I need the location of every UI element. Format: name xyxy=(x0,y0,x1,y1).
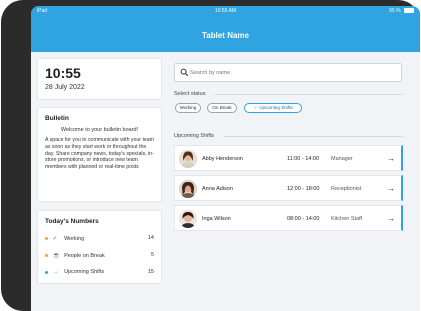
status-time: 10:55 AM xyxy=(214,8,237,14)
search-icon xyxy=(180,68,189,77)
chip-upcoming-shifts[interactable]: ✓ Upcoming Shifts xyxy=(244,103,302,113)
shift-role: Kitchen Staff xyxy=(331,216,363,222)
shift-row[interactable]: Anna Adison 12:00 - 18:00 Receptionist → xyxy=(174,175,403,201)
stat-row-working[interactable]: ✓ Working 14 xyxy=(45,235,154,245)
shift-time: 08:00 - 14:00 xyxy=(287,216,320,222)
status-dot xyxy=(45,270,48,274)
bulletin-heading: Bulletin xyxy=(45,115,69,122)
battery-status: 55 % xyxy=(389,8,414,14)
status-dot xyxy=(45,254,48,257)
battery-icon xyxy=(404,8,414,14)
chip-label: Working xyxy=(179,105,197,110)
tablet-frame: iPad 10:55 AM 55 % Tablet Name 10:55 28 … xyxy=(1,0,420,311)
stat-label: People on Break xyxy=(64,252,105,259)
shift-role: Receptionist xyxy=(331,186,362,192)
shift-role: Manager xyxy=(331,156,353,162)
arrow-right-icon[interactable]: → xyxy=(387,154,395,163)
stat-row-upcoming[interactable]: → Upcoming Shifts 15 xyxy=(45,269,154,279)
search-field[interactable] xyxy=(174,63,402,82)
shift-row[interactable]: Inga Wilson 08:00 - 14:00 Kitchen Staff … xyxy=(174,205,403,231)
avatar xyxy=(179,150,197,168)
select-status-label: Select status xyxy=(174,91,206,97)
shift-time: 11:00 - 14:00 xyxy=(287,156,320,162)
coffee-icon: ☕ xyxy=(52,253,61,259)
shift-time: 12:00 - 18:00 xyxy=(287,186,320,192)
shift-name: Abby Henderson xyxy=(202,156,243,162)
todays-numbers-card: Today's Numbers ✓ Working 14 ☕ People on… xyxy=(37,210,162,284)
stat-label: Working xyxy=(64,235,85,242)
stat-value: 15 xyxy=(147,269,154,275)
avatar xyxy=(179,180,197,198)
status-dot xyxy=(45,237,48,240)
shift-row[interactable]: Abby Henderson 11:00 - 14:00 Manager → xyxy=(174,145,403,171)
upcoming-shifts-label: Upcoming Shifts xyxy=(174,133,215,139)
arrow-right-icon[interactable]: → xyxy=(387,214,395,223)
bulletin-card: Bulletin Welcome to your bulletin board!… xyxy=(37,107,162,202)
clock-card: 10:55 28 July 2022 xyxy=(37,58,162,100)
arrow-right-icon: → xyxy=(52,269,59,275)
divider xyxy=(223,136,403,137)
clock-date: 28 July 2022 xyxy=(45,84,85,91)
arrow-right-icon[interactable]: → xyxy=(387,184,395,193)
app-header: iPad 10:55 AM 55 % Tablet Name xyxy=(31,6,420,52)
stat-value: 5 xyxy=(150,252,154,258)
stat-row-on-break[interactable]: ☕ People on Break 5 xyxy=(45,252,154,262)
clock-time: 10:55 xyxy=(45,65,81,81)
tablet-screen: iPad 10:55 AM 55 % Tablet Name 10:55 28 … xyxy=(31,6,420,311)
numbers-heading: Today's Numbers xyxy=(45,218,99,225)
check-icon: ✓ xyxy=(52,236,58,242)
status-bar: iPad 10:55 AM 55 % xyxy=(31,8,420,16)
bulletin-welcome: Welcome to your bulletin board! xyxy=(60,127,139,133)
chip-label: Upcoming Shifts xyxy=(259,105,293,110)
battery-percent: 55 % xyxy=(389,8,401,14)
chip-working[interactable]: Working xyxy=(175,103,201,113)
divider xyxy=(215,94,403,95)
shift-name: Anna Adison xyxy=(202,186,233,192)
bulletin-body: A space for you to communicate with your… xyxy=(45,137,154,170)
chip-on-break[interactable]: On Break xyxy=(207,103,237,113)
chip-label: On Break xyxy=(212,105,232,110)
shift-name: Inga Wilson xyxy=(202,216,231,222)
stat-value: 14 xyxy=(147,235,154,241)
app-title: Tablet Name xyxy=(202,31,249,40)
avatar xyxy=(179,210,197,228)
search-input[interactable] xyxy=(190,66,390,79)
check-icon: ✓ xyxy=(253,105,258,110)
stat-label: Upcoming Shifts xyxy=(64,269,105,276)
